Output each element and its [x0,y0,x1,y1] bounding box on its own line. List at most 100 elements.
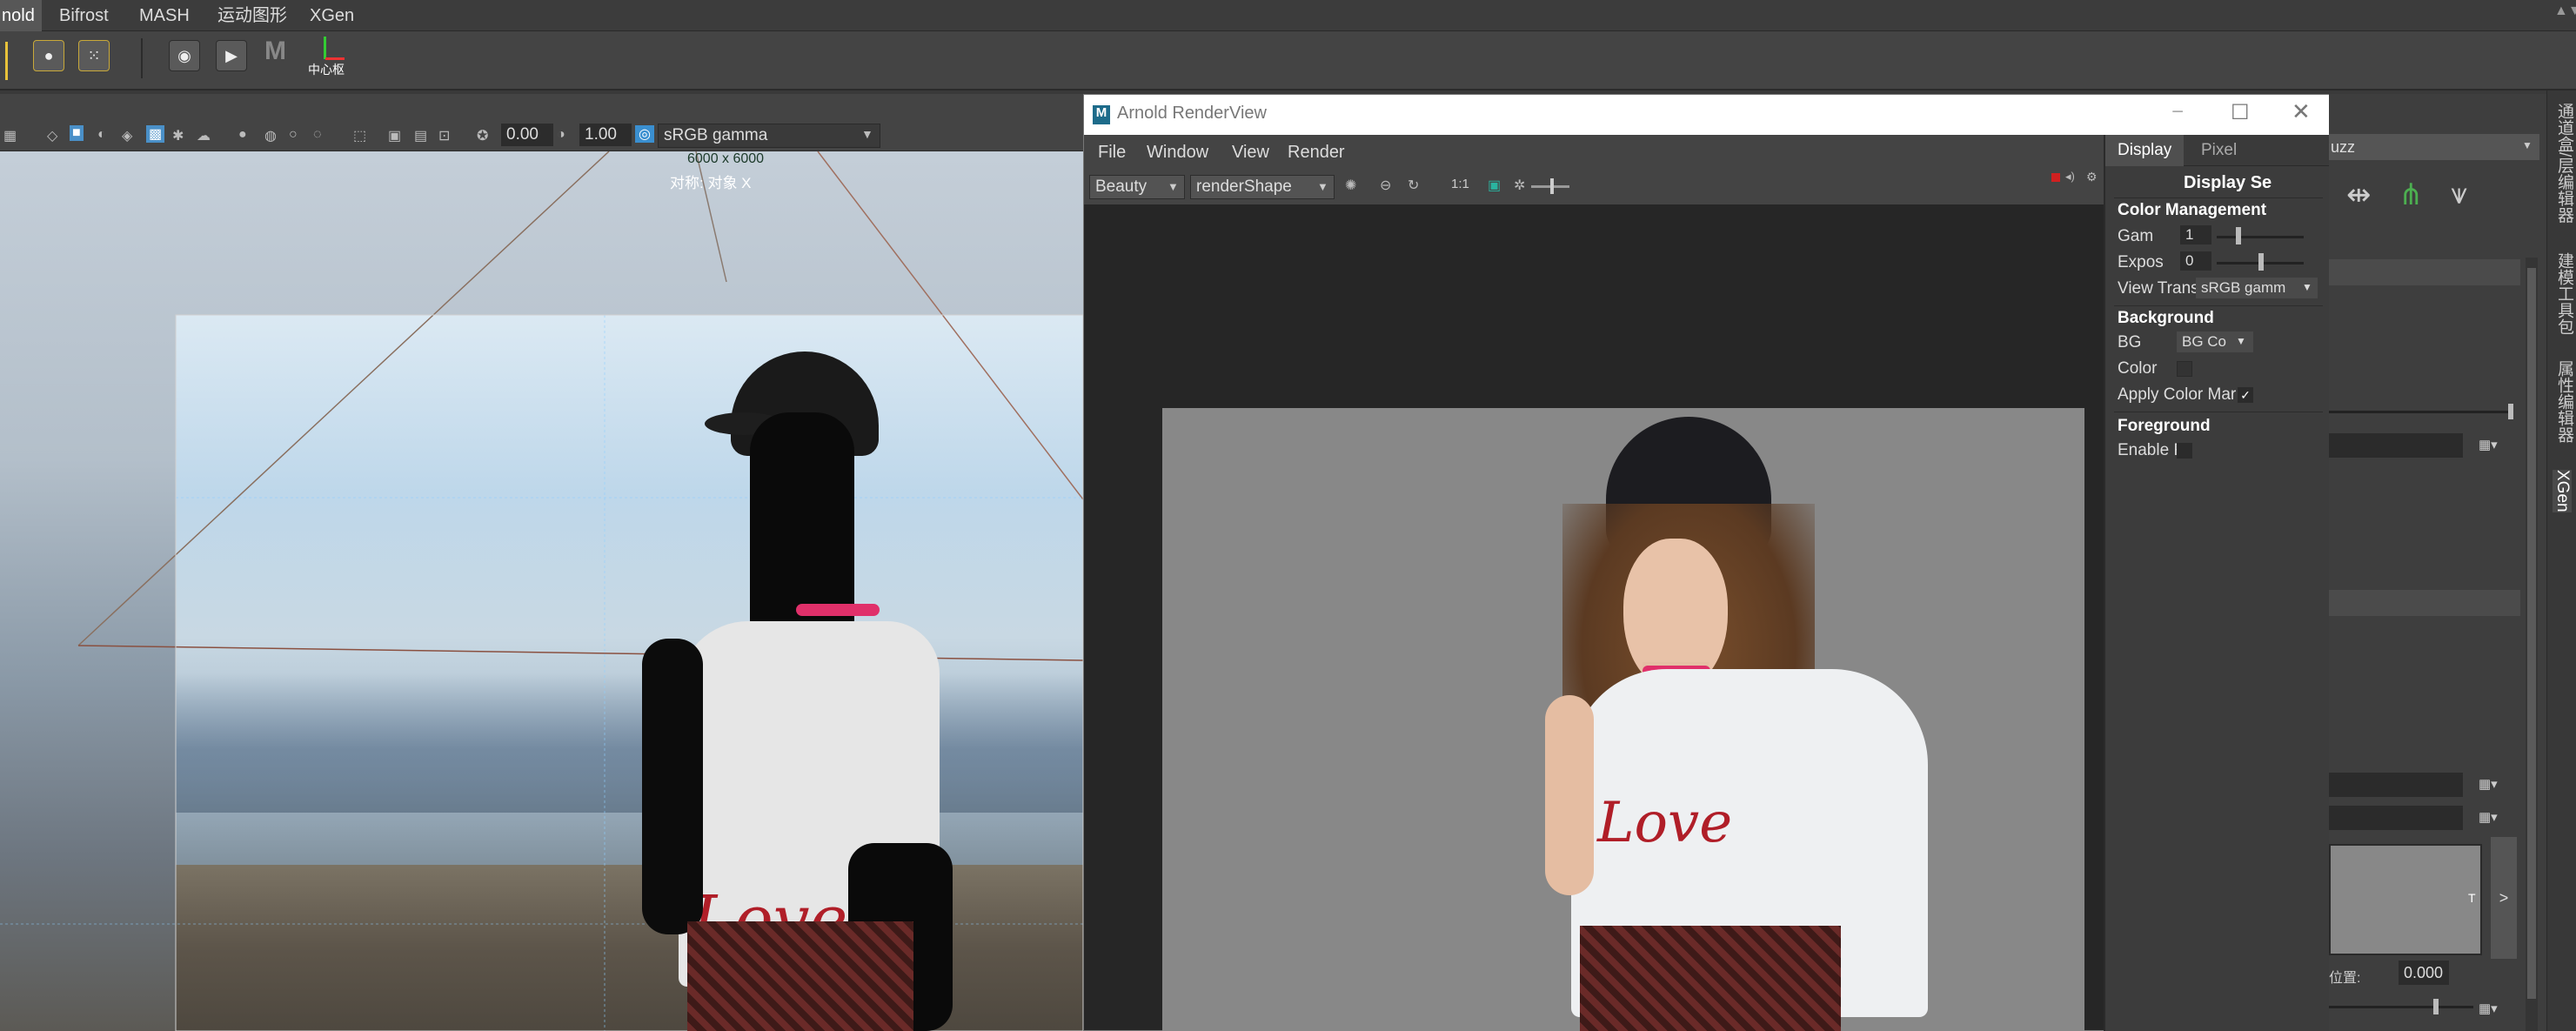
exposure-slider-handle[interactable] [2258,253,2264,271]
tab-pixel[interactable]: Pixel [2201,135,2237,166]
section-header-2[interactable] [2329,590,2520,616]
gamma-field[interactable]: 1 [2180,225,2211,244]
section-header[interactable] [2329,259,2520,285]
xgen-guide-icon[interactable]: ⩛ [2451,177,2467,211]
small-gear-icon[interactable]: ⚙ [2086,170,2098,184]
maximize-icon[interactable]: ☐ [2231,100,2250,125]
gamma-field[interactable]: 1.00 [579,124,632,146]
eye-button[interactable]: ◉ [169,40,200,71]
chevron-down-icon[interactable]: ▼ [861,127,873,141]
expand-ramp-button[interactable]: > [2491,837,2517,959]
aa-icon[interactable]: ○ [289,127,298,143]
speaker-icon[interactable]: ◂) [2065,170,2075,184]
slider-handle-2[interactable] [2433,999,2439,1014]
display-settings-panel: Display Pixel Display Se Color Managemen… [2104,135,2332,1031]
frame-sel-icon[interactable]: ▤ [414,127,427,144]
region-icon[interactable]: ▣ [1488,177,1501,194]
menu-view[interactable]: View [1232,137,1269,168]
tab-attribute-editor[interactable]: 属性编辑器 [2553,360,2576,443]
color-swatch[interactable] [2177,361,2192,377]
tab-xgen[interactable]: XGen [2553,470,2572,512]
tab-channel-box[interactable]: 通道盒/层编辑器 [2553,103,2576,223]
depth-icon[interactable]: ◌ [313,127,322,143]
shelf-tab-mash[interactable]: MASH [139,0,190,31]
shelf-tab-motion-graphics[interactable]: 运动图形 [217,0,287,31]
checker-icon[interactable]: ▩ [146,125,165,143]
exposure-value-field[interactable]: 0 [2180,251,2211,271]
view-transform-dropdown[interactable]: sRGB gamma [658,124,880,148]
camera-dropdown[interactable]: renderShape [1190,175,1335,199]
slider-track-2[interactable] [2329,1006,2473,1008]
chevron-down-icon[interactable]: ▼ [2522,139,2533,151]
ramp-preview[interactable] [2329,844,2482,955]
tab-display[interactable]: Display [2105,135,2185,166]
ratio-button[interactable]: 1:1 [1451,177,1469,191]
scroll-arrows-icon[interactable]: ▲▼ [2554,3,2576,19]
settings-gear-icon[interactable]: ✲ [1514,177,1525,194]
gamma-slider[interactable] [2217,236,2304,238]
tab-modeling-toolkit[interactable]: 建模工具包 [2553,252,2576,335]
menu-render[interactable]: Render [1288,137,1345,168]
viewport-3d[interactable]: 6000 x 6000 对称: 对象 X Love [0,151,1083,1031]
shade-icon[interactable]: ◐ [97,127,106,143]
play-icon: ▶ [225,46,238,64]
chevron-down-icon[interactable]: ▼ [2302,281,2312,293]
map-button-icon[interactable]: ▦▾ [2479,437,2498,452]
arnold-light-button[interactable]: ● [33,40,64,71]
shelf-tab-arnold[interactable]: nold [0,0,42,31]
resolution-gate-icon[interactable]: ⊡ [438,127,450,144]
scrollbar-thumb[interactable] [2527,268,2536,999]
texture-icon[interactable]: ◈ [122,127,132,144]
text-field[interactable] [2329,433,2463,458]
exposure-field[interactable]: 0.00 [501,124,553,146]
enable-checkbox[interactable] [2177,443,2192,459]
ao-icon[interactable]: ● [238,127,247,143]
shelf-tab-bifrost[interactable]: Bifrost [59,0,109,31]
arnold-grid-button[interactable]: ⁙ [78,40,110,71]
minimize-icon[interactable]: − [2171,100,2184,124]
refresh-icon[interactable]: ↻ [1408,177,1419,194]
map-button-icon[interactable]: ▦▾ [2479,776,2498,792]
stop-indicator[interactable] [2051,173,2060,182]
render-sun-icon[interactable]: ✺ [1345,177,1356,194]
exposure-icon[interactable]: ✪ [477,127,488,144]
play-button[interactable]: ▶ [216,40,247,71]
maya-m-icon[interactable]: M [264,37,286,66]
map-button-icon[interactable]: ▦▾ [2479,809,2498,825]
text-field-3[interactable] [2329,806,2463,830]
renderview-title: Arnold RenderView [1117,104,1267,123]
node-name-field[interactable]: uzz [2329,134,2539,160]
map-button-icon[interactable]: ▦▾ [2479,1001,2498,1016]
smooth-shade-icon[interactable]: ■ [70,125,84,141]
gamma-icon[interactable]: ◑ [557,127,565,143]
slider-track[interactable] [2329,411,2512,413]
menu-file[interactable]: File [1098,137,1126,168]
stop-icon[interactable]: ⊖ [1380,177,1391,194]
shelf-tab-xgen[interactable]: XGen [310,0,354,31]
color-management-icon[interactable]: ◎ [635,125,654,143]
gamma-slider-handle[interactable] [2236,227,2241,244]
slider-handle[interactable] [2508,404,2513,419]
shadow-icon[interactable]: ☁ [197,127,211,144]
position-field[interactable]: 0.000 [2399,961,2449,985]
move-tool-icon[interactable]: ⇹ [2346,177,2372,212]
ramp-handle[interactable]: T [2468,891,2476,905]
exposure-slider-handle[interactable] [1550,178,1554,194]
apply-color-checkbox[interactable]: ✓ [2238,387,2253,403]
chevron-down-icon[interactable]: ▼ [1317,180,1328,193]
grid-icon[interactable]: ▦ [3,127,17,144]
isolate-icon[interactable]: ⬚ [353,127,366,144]
center-pivot-button[interactable]: 中心枢 [304,35,348,80]
menu-window[interactable]: Window [1147,137,1208,168]
wireframe-icon[interactable]: ◇ [47,127,57,144]
rendered-image[interactable]: Love [1162,408,2084,1031]
frame-all-icon[interactable]: ▣ [388,127,401,144]
motion-blur-icon[interactable]: ◍ [264,127,277,144]
text-field-2[interactable] [2329,773,2463,797]
xgen-grass-icon[interactable]: ⋔ [2399,177,2424,212]
view-transform-dropdown[interactable]: sRGB gamm [2196,278,2318,298]
chevron-down-icon[interactable]: ▼ [1168,180,1179,193]
chevron-down-icon[interactable]: ▼ [2236,335,2246,347]
light-bulb-icon[interactable]: ✱ [172,127,184,144]
close-icon[interactable]: ✕ [2292,98,2311,125]
